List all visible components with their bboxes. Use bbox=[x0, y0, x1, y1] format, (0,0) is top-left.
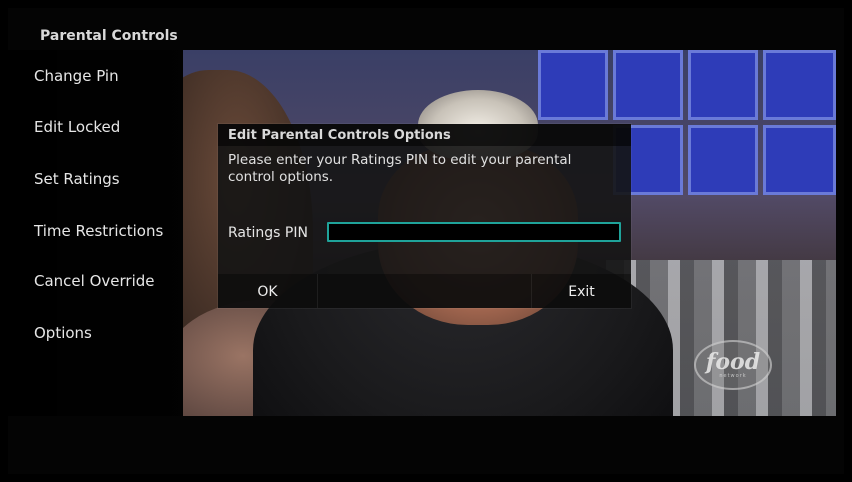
menu-item-edit-locked[interactable]: Edit Locked bbox=[34, 118, 120, 136]
menu-title: Parental Controls bbox=[40, 28, 178, 44]
logo-sub: network bbox=[719, 373, 747, 379]
dialog-message: Please enter your Ratings PIN to edit yo… bbox=[228, 152, 572, 185]
window-pane bbox=[613, 50, 683, 120]
menu-item-set-ratings[interactable]: Set Ratings bbox=[34, 170, 120, 188]
window-pane bbox=[763, 50, 836, 120]
ok-button[interactable]: OK bbox=[218, 274, 318, 308]
window-pane bbox=[763, 125, 836, 195]
menu-item-options[interactable]: Options bbox=[34, 324, 92, 342]
ratings-pin-label: Ratings PIN bbox=[228, 225, 308, 241]
menu-item-time-restrictions[interactable]: Time Restrictions bbox=[34, 222, 163, 240]
dialog-title: Edit Parental Controls Options bbox=[218, 124, 631, 146]
exit-button[interactable]: Exit bbox=[531, 274, 631, 308]
window-pane bbox=[688, 125, 758, 195]
window-pane bbox=[538, 50, 608, 120]
food-network-logo-icon: food network bbox=[694, 340, 772, 390]
edit-parental-controls-dialog: Edit Parental Controls Options Please en… bbox=[218, 124, 631, 308]
window-pane bbox=[688, 50, 758, 120]
menu-item-change-pin[interactable]: Change Pin bbox=[34, 67, 119, 85]
ratings-pin-input[interactable] bbox=[327, 222, 621, 242]
logo-word: food bbox=[705, 349, 761, 375]
menu-item-cancel-override[interactable]: Cancel Override bbox=[34, 272, 154, 290]
dialog-button-row: OK Exit bbox=[218, 274, 631, 308]
